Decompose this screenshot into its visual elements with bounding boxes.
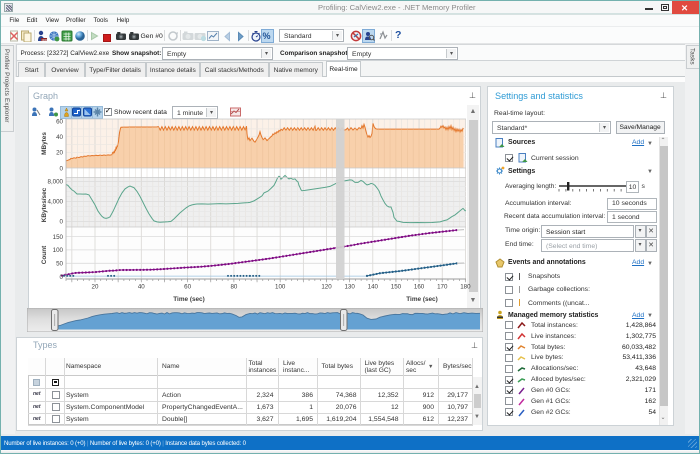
svg-text:Count: Count bbox=[41, 245, 48, 264]
svg-text:100: 100 bbox=[275, 284, 286, 291]
svg-text:MBytes: MBytes bbox=[41, 132, 48, 155]
svg-text:4,000: 4,000 bbox=[48, 199, 64, 206]
svg-text:0: 0 bbox=[60, 165, 64, 172]
svg-text:140: 140 bbox=[368, 284, 379, 291]
svg-text:150: 150 bbox=[53, 234, 64, 241]
svg-text:170: 170 bbox=[437, 284, 448, 291]
svg-text:180: 180 bbox=[460, 284, 471, 291]
svg-text:80: 80 bbox=[230, 284, 237, 291]
svg-text:0: 0 bbox=[60, 274, 64, 281]
svg-text:Time (sec): Time (sec) bbox=[173, 296, 205, 303]
svg-text:KBytes/sec: KBytes/sec bbox=[41, 187, 48, 222]
svg-text:20: 20 bbox=[56, 150, 63, 157]
svg-text:100: 100 bbox=[53, 247, 64, 254]
svg-text:8,000: 8,000 bbox=[48, 179, 64, 186]
svg-text:Time (sec): Time (sec) bbox=[406, 296, 438, 303]
svg-text:60: 60 bbox=[184, 284, 191, 291]
svg-text:0: 0 bbox=[60, 219, 64, 226]
svg-text:40: 40 bbox=[138, 284, 145, 291]
svg-text:130: 130 bbox=[344, 284, 355, 291]
svg-text:150: 150 bbox=[391, 284, 402, 291]
svg-text:20: 20 bbox=[92, 284, 99, 291]
svg-text:50: 50 bbox=[56, 261, 63, 268]
svg-text:40: 40 bbox=[56, 134, 63, 141]
svg-text:120: 120 bbox=[321, 284, 332, 291]
svg-text:60: 60 bbox=[56, 118, 63, 125]
svg-text:ooo: ooo bbox=[42, 38, 48, 42]
svg-text:160: 160 bbox=[414, 284, 425, 291]
